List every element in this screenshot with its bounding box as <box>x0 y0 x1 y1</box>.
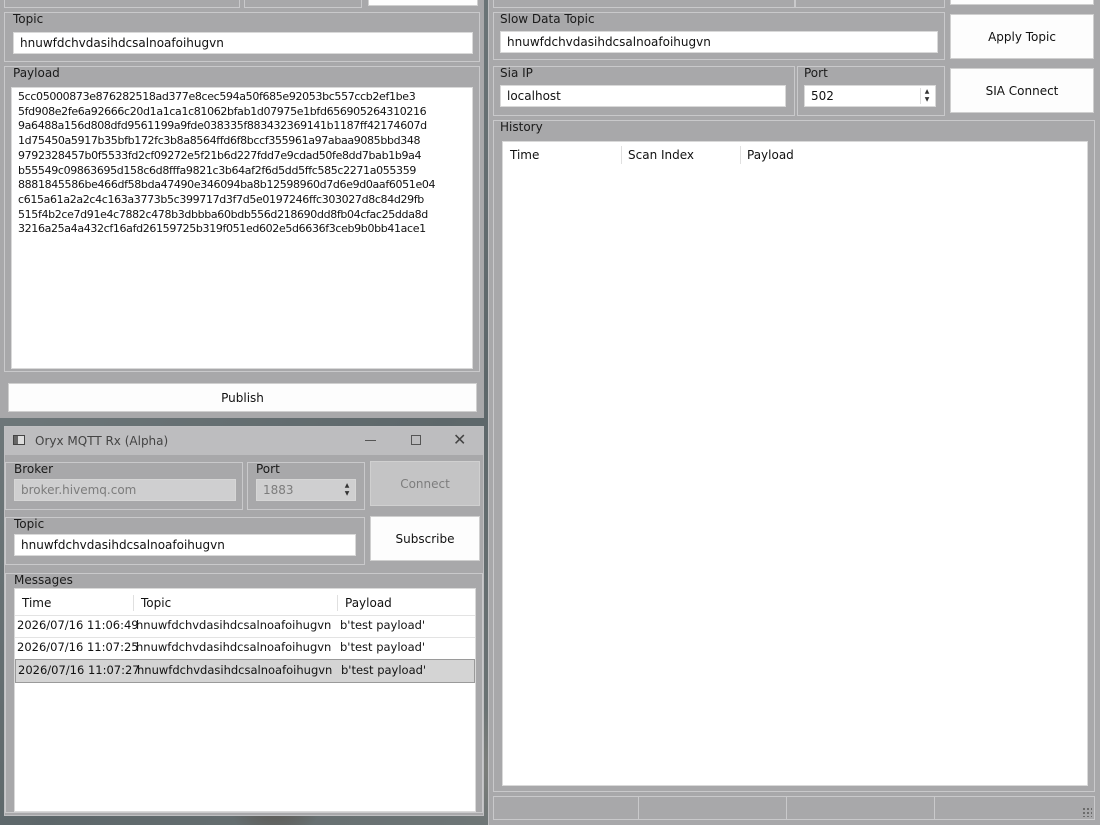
history-column-time[interactable]: Time <box>510 148 539 162</box>
tx-topic-label: Topic <box>13 12 44 26</box>
rx-messages-header: Time Topic Payload <box>15 589 475 616</box>
payload-line: 5cc05000873e876282518ad377e8cec594a50f68… <box>18 90 416 103</box>
slow-topic-label: Slow Data Topic <box>500 12 595 26</box>
status-segment <box>788 797 935 819</box>
column-header-time[interactable]: Time <box>22 596 51 610</box>
cell-topic: hnuwfdchvdasihdcsalnoafoihugvn <box>136 640 332 654</box>
table-row[interactable]: 2026/07/16 11:07:25 hnuwfdchvdasihdcsalno… <box>15 637 475 660</box>
tx-payload-group: Payload 5cc05000873e876282518ad377e8cec5… <box>4 66 480 372</box>
cell-time: 2026/07/16 11:07:27 <box>18 663 140 677</box>
chevron-down-icon[interactable]: ▼ <box>921 96 933 104</box>
sia-connect-button[interactable]: SIA Connect <box>950 68 1094 113</box>
tx-topic-group: Topic hnuwfdchvdasihdcsalnoafoihugvn <box>4 12 480 62</box>
sia-port-group: Port 502 ▲ ▼ <box>797 66 945 116</box>
rx-port-spinbox[interactable]: 1883 ▲ ▼ <box>256 479 356 501</box>
app-window-icon <box>13 435 25 445</box>
tx-topic-input[interactable]: hnuwfdchvdasihdcsalnoafoihugvn <box>13 32 473 54</box>
chevron-down-icon[interactable]: ▼ <box>341 490 353 498</box>
history-column-payload[interactable]: Payload <box>747 148 794 162</box>
payload-line: 515f4b2ce7d91e4c7882c478b3dbbba60bdb556d… <box>18 207 428 221</box>
payload-line: 9a6488a156d808dfd9561199a9fde038335f8834… <box>18 119 427 133</box>
status-segment <box>640 797 787 819</box>
cell-payload: b'test payload' <box>340 618 426 632</box>
tx-window: Topic hnuwfdchvdasihdcsalnoafoihugvn Pay… <box>0 0 484 418</box>
rx-messages-label: Messages <box>14 573 73 587</box>
history-label: History <box>500 120 543 134</box>
tx-prev-group-clipped <box>4 0 240 8</box>
subscribe-button[interactable]: Subscribe <box>370 516 480 561</box>
table-row[interactable]: 2026/07/16 11:07:27 hnuwfdchvdasihdcsalno… <box>15 659 475 683</box>
sia-prev-button-clipped[interactable] <box>950 0 1094 5</box>
close-icon[interactable]: ✕ <box>453 431 466 449</box>
rx-port-label: Port <box>256 462 280 476</box>
payload-line: 5fd908e2fe6a92666c20d1a1ca1c81062bfab1d0… <box>18 104 427 118</box>
chevron-up-icon[interactable]: ▲ <box>921 88 933 96</box>
sia-ip-label: Sia IP <box>500 66 533 80</box>
rx-connect-button[interactable]: Connect <box>370 461 480 506</box>
rx-messages-group: Messages Time Topic Payload 2026/07/16 1… <box>5 573 483 813</box>
history-table[interactable]: Time Scan Index Payload <box>502 141 1088 786</box>
sia-port-label: Port <box>804 66 828 80</box>
sia-port-value: 502 <box>811 89 834 103</box>
slow-topic-group: Slow Data Topic hnuwfdchvdasihdcsalnoafo… <box>493 12 945 60</box>
column-divider <box>133 595 134 611</box>
rx-port-group: Port 1883 ▲ ▼ <box>247 462 365 510</box>
history-header: Time Scan Index Payload <box>503 142 1087 168</box>
sia-ip-group: Sia IP localhost <box>493 66 795 116</box>
payload-line: c615a61a2a2c4c163a3773b5c399717d3f7d5e01… <box>18 192 424 206</box>
rx-topic-input[interactable]: hnuwfdchvdasihdcsalnoafoihugvn <box>14 534 356 556</box>
sia-ip-input[interactable]: localhost <box>500 85 786 107</box>
minimize-icon[interactable] <box>365 440 376 441</box>
sia-prev-group2-clipped <box>795 0 945 8</box>
tx-payload-label: Payload <box>13 66 60 80</box>
rx-port-spinner[interactable]: ▲ ▼ <box>341 482 353 498</box>
payload-line: 9792328457b0f5533fd2cf09272e5f21b6d227fd… <box>18 148 422 162</box>
slow-topic-input[interactable]: hnuwfdchvdasihdcsalnoafoihugvn <box>500 31 938 53</box>
rx-window-title: Oryx MQTT Rx (Alpha) <box>35 434 169 448</box>
tx-payload-textarea[interactable]: 5cc05000873e876282518ad377e8cec594a50f68… <box>11 87 473 369</box>
sia-window: Slow Data Topic hnuwfdchvdasihdcsalnoafo… <box>488 0 1100 825</box>
publish-button[interactable]: Publish <box>8 383 477 412</box>
rx-messages-table[interactable]: Time Topic Payload 2026/07/16 11:06:49 hn… <box>14 588 476 812</box>
rx-broker-input[interactable]: broker.hivemq.com <box>14 479 236 501</box>
payload-line: 8881845586be466df58bda47490e346094ba8b12… <box>18 178 436 192</box>
rx-broker-group: Broker broker.hivemq.com <box>5 462 243 510</box>
cell-payload: b'test payload' <box>340 640 426 654</box>
rx-port-value: 1883 <box>263 483 294 497</box>
resize-grip-icon[interactable] <box>1082 807 1092 817</box>
rx-topic-label: Topic <box>14 517 45 531</box>
column-header-topic[interactable]: Topic <box>141 596 171 610</box>
chevron-up-icon[interactable]: ▲ <box>341 482 353 490</box>
cell-topic: hnuwfdchvdasihdcsalnoafoihugvn <box>137 663 333 677</box>
payload-line: b55549c09863695d158c6d8fffa9821c3b64af2f… <box>18 163 416 177</box>
table-row[interactable]: 2026/07/16 11:06:49 hnuwfdchvdasihdcsalno… <box>15 615 475 638</box>
column-divider <box>621 146 622 164</box>
rx-topic-group: Topic hnuwfdchvdasihdcsalnoafoihugvn <box>5 517 365 565</box>
rx-broker-label: Broker <box>14 462 54 476</box>
tx-prev-button-clipped[interactable] <box>368 0 478 6</box>
payload-line: 1d75450a5917b35bfb172fc3b8a8564ffd6f8bcc… <box>18 134 421 148</box>
history-column-scan-index[interactable]: Scan Index <box>628 148 694 162</box>
column-divider <box>740 146 741 164</box>
column-header-payload[interactable]: Payload <box>345 596 392 610</box>
column-divider <box>337 595 338 611</box>
cell-time: 2026/07/16 11:07:25 <box>17 640 139 654</box>
status-segment <box>494 797 639 819</box>
sia-port-spinbox[interactable]: 502 ▲ ▼ <box>804 85 936 107</box>
rx-titlebar: Oryx MQTT Rx (Alpha) ✕ <box>5 427 483 455</box>
history-group: History Time Scan Index Payload <box>493 120 1095 792</box>
apply-topic-button[interactable]: Apply Topic <box>950 14 1094 59</box>
sia-port-spinner[interactable]: ▲ ▼ <box>920 88 933 104</box>
sia-prev-group-clipped <box>493 0 795 8</box>
tx-prev-port-clipped <box>244 0 362 8</box>
cell-time: 2026/07/16 11:06:49 <box>17 618 139 632</box>
rx-window: Oryx MQTT Rx (Alpha) ✕ Broker broker.hiv… <box>4 426 484 816</box>
payload-line: 3216a25a4a432cf16afd26159725b319f051ed60… <box>18 222 426 236</box>
cell-topic: hnuwfdchvdasihdcsalnoafoihugvn <box>136 618 332 632</box>
cell-payload: b'test payload' <box>341 663 427 677</box>
status-bar <box>493 796 1095 820</box>
maximize-icon[interactable] <box>411 435 421 445</box>
